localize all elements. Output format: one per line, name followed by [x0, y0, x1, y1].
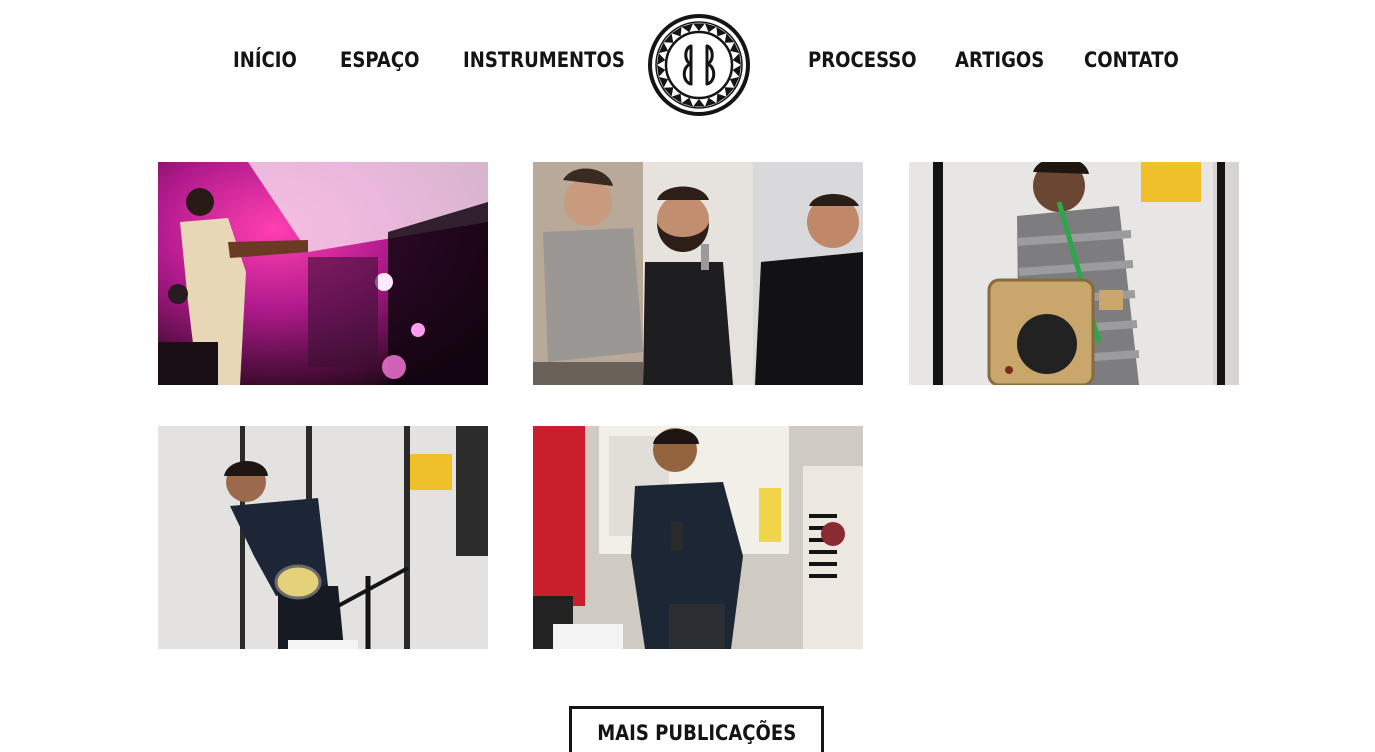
post-image [909, 162, 1239, 385]
post-thumbnail[interactable] [909, 162, 1239, 385]
post-thumbnail[interactable] [533, 426, 863, 649]
nav-item-artigos[interactable]: ARTIGOS [955, 44, 1044, 76]
nav-item-espaco[interactable]: ESPAÇO [340, 44, 420, 76]
post-image [533, 162, 863, 385]
more-posts-button[interactable]: MAIS PUBLICAÇÕES [569, 706, 824, 752]
post-image [158, 162, 488, 385]
post-image [158, 426, 488, 649]
nav-item-instrumentos[interactable]: INSTRUMENTOS [463, 44, 625, 76]
site-logo[interactable] [648, 14, 750, 116]
page: INÍCIO ESPAÇO INSTRUMENTOS PROCESSO ARTI… [0, 0, 1375, 752]
logo-emblem-icon [648, 14, 750, 116]
more-posts-label: MAIS PUBLICAÇÕES [596, 721, 797, 745]
nav-item-processo[interactable]: PROCESSO [808, 44, 917, 76]
nav-item-inicio[interactable]: INÍCIO [233, 44, 297, 76]
post-thumbnail[interactable] [158, 162, 488, 385]
nav-item-contato[interactable]: CONTATO [1084, 44, 1179, 76]
post-image [533, 426, 863, 649]
post-thumbnail[interactable] [533, 162, 863, 385]
post-thumbnail[interactable] [158, 426, 488, 649]
